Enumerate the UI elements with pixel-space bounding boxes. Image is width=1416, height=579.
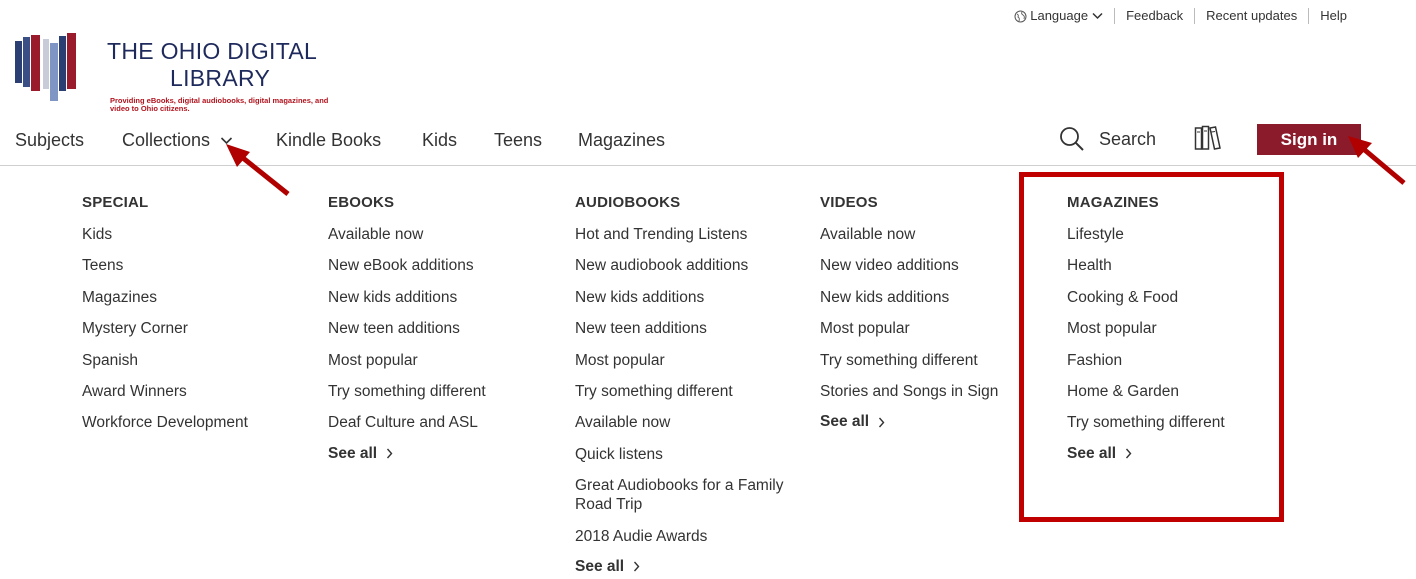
main-nav: Subjects Collections Kindle Books Kids T… [0,124,1416,166]
menu-column-ebooks: EBOOKS Available now New eBook additions… [328,194,486,463]
search-icon [1060,127,1084,151]
menu-link[interactable]: New video additions [820,256,998,275]
menu-link[interactable]: Magazines [82,288,248,307]
see-all-videos-link[interactable]: See all [820,413,998,431]
nav-collections-label: Collections [122,130,211,150]
see-all-label: See all [575,557,625,575]
menu-link[interactable]: Available now [820,225,998,244]
see-all-label: See all [820,413,870,431]
menu-link[interactable]: Try something different [328,382,486,401]
menu-column-audiobooks: AUDIOBOOKS Hot and Trending Listens New … [575,194,815,576]
menu-link[interactable]: Spanish [82,351,248,370]
chevron-right-icon [878,417,885,428]
menu-link[interactable]: New teen additions [328,319,486,338]
menu-link[interactable]: Try something different [820,351,998,370]
menu-link[interactable]: New teen additions [575,319,815,338]
menu-heading-videos: VIDEOS [820,194,878,211]
menu-link[interactable]: Kids [82,225,248,244]
menu-column-special: SPECIAL Kids Teens Magazines Mystery Cor… [82,194,248,445]
logo-title-line2: LIBRARY [170,65,271,91]
menu-heading-audiobooks: AUDIOBOOKS [575,194,681,211]
nav-collections[interactable]: Collections [122,130,233,151]
menu-link[interactable]: New eBook additions [328,256,486,275]
menu-column-videos: VIDEOS Available now New video additions… [820,194,998,431]
nav-teens[interactable]: Teens [494,130,542,151]
menu-link[interactable]: Most popular [575,351,815,370]
search-button[interactable]: Search [1059,126,1156,152]
menu-link[interactable]: Workforce Development [82,413,248,432]
nav-magazines[interactable]: Magazines [578,130,665,151]
help-link[interactable]: Help [1308,8,1358,24]
see-all-audiobooks-link[interactable]: See all [575,558,815,576]
recent-updates-link[interactable]: Recent updates [1194,8,1308,24]
see-all-label: See all [328,444,378,462]
feedback-link[interactable]: Feedback [1114,8,1194,24]
chevron-right-icon [633,561,640,572]
menu-link[interactable]: Stories and Songs in Sign [820,382,998,401]
menu-link[interactable]: Most popular [328,351,486,370]
menu-link[interactable]: New kids additions [575,288,815,307]
menu-link[interactable]: Award Winners [82,382,248,401]
utility-bar: Language Feedback Recent updates Help [1003,8,1358,24]
menu-link[interactable]: New kids additions [820,288,998,307]
annotation-arrow-icon [226,144,290,196]
menu-link[interactable]: Great Audiobooks for a Family Road Trip [575,476,815,514]
menu-link[interactable]: Try something different [575,382,815,401]
nav-subjects[interactable]: Subjects [15,130,84,151]
menu-link[interactable]: Mystery Corner [82,319,248,338]
nav-kids[interactable]: Kids [422,130,457,151]
library-logo[interactable]: THE OHIO DIGITAL LIBRARY Providing eBook… [15,33,345,123]
menu-heading-ebooks: EBOOKS [328,194,395,211]
books-logo-icon [15,33,76,101]
menu-link[interactable]: Hot and Trending Listens [575,225,815,244]
search-label: Search [1099,128,1157,149]
language-selector[interactable]: Language [1003,8,1114,24]
menu-link[interactable]: New kids additions [328,288,486,307]
language-label: Language [1030,8,1089,23]
menu-link[interactable]: 2018 Audie Awards [575,527,815,546]
logo-tagline: Providing eBooks, digital audiobooks, di… [110,96,329,113]
menu-link[interactable]: Available now [328,225,486,244]
menu-link[interactable]: Teens [82,256,248,275]
see-all-ebooks-link[interactable]: See all [328,445,486,463]
menu-link[interactable]: Deaf Culture and ASL [328,413,486,432]
menu-link[interactable]: Quick listens [575,445,815,464]
chevron-down-icon [1092,12,1103,20]
globe-icon [1014,10,1027,23]
bookshelf-icon[interactable] [1194,125,1222,151]
menu-link[interactable]: New audiobook additions [575,256,815,275]
magazines-highlight-box [1019,172,1284,522]
annotation-arrow-icon [1348,136,1406,185]
chevron-right-icon [386,448,393,459]
menu-link[interactable]: Most popular [820,319,998,338]
logo-title-line1: THE OHIO DIGITAL [107,38,318,64]
menu-link[interactable]: Available now [575,413,815,432]
